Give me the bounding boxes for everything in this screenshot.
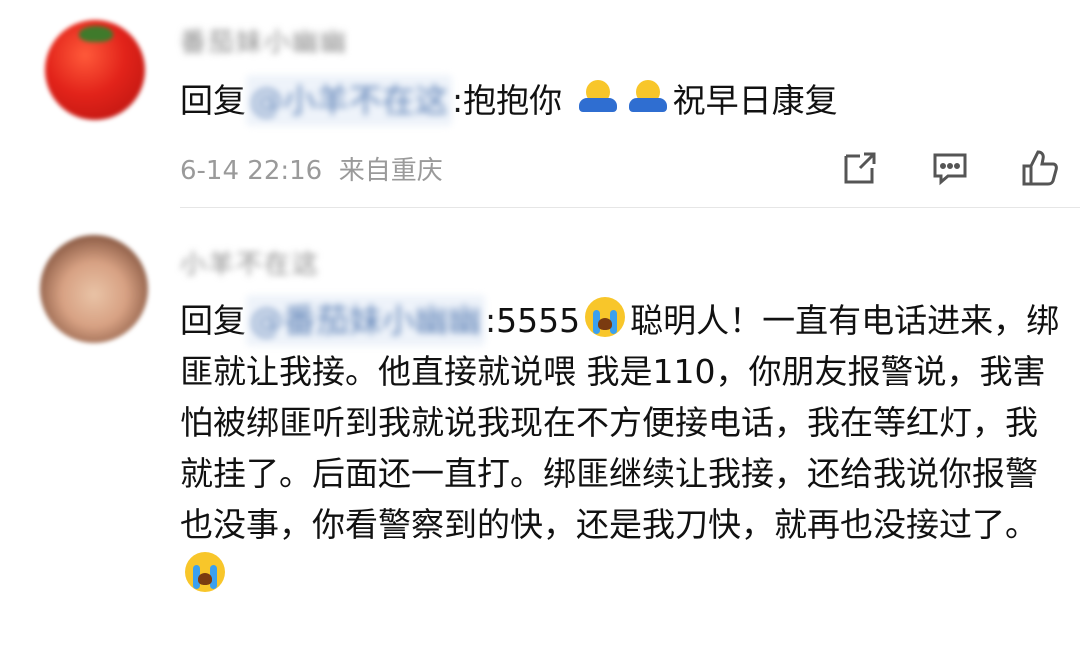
separator: : [452,81,464,120]
tomato-leaf [79,26,113,42]
comment-meta: 6-14 22:16 来自重庆 [180,148,1060,188]
comment-icon[interactable] [930,148,970,188]
share-icon[interactable] [840,148,880,188]
comment-body-end: 祝早日康复 [672,81,838,120]
avatar[interactable] [45,20,145,120]
hug-emoji-icon [577,76,619,118]
comment-item: 小羊不在这 回复 @番茄妹小幽幽:5555 聪明人！一直有电话进来，绑匪就让我接。他… [0,210,1080,645]
crying-emoji-icon [184,551,226,593]
comment-item: 番茄妹小幽幽 回复 @小羊不在这:抱抱你 祝早日康复 6-14 22:16 来自重… [0,0,1080,208]
reply-prefix: 回复 [180,81,246,120]
mention-link[interactable]: @小羊不在这 [246,75,452,126]
hug-emoji-icon [627,76,669,118]
username[interactable]: 小羊不在这 [180,244,320,281]
comment-timestamp: 6-14 22:16 来自重庆 [180,156,443,186]
like-icon[interactable] [1020,148,1060,188]
reply-prefix: 回复 [180,301,246,340]
username[interactable]: 番茄妹小幽幽 [180,22,348,59]
crying-emoji-icon [584,296,626,338]
comment-body-start: 5555 [496,301,581,340]
comment-text: 回复 @番茄妹小幽幽:5555 聪明人！一直有电话进来，绑匪就让我接。他直接就说喂 … [180,295,1060,601]
comment-location: 来自重庆 [338,156,443,186]
separator: : [485,301,497,340]
mention-link[interactable]: @番茄妹小幽幽 [246,295,485,346]
avatar[interactable] [40,235,148,343]
comment-text: 回复 @小羊不在这:抱抱你 祝早日康复 [180,75,1060,126]
comment-body: 抱抱你 [463,81,563,120]
divider [180,207,1080,208]
